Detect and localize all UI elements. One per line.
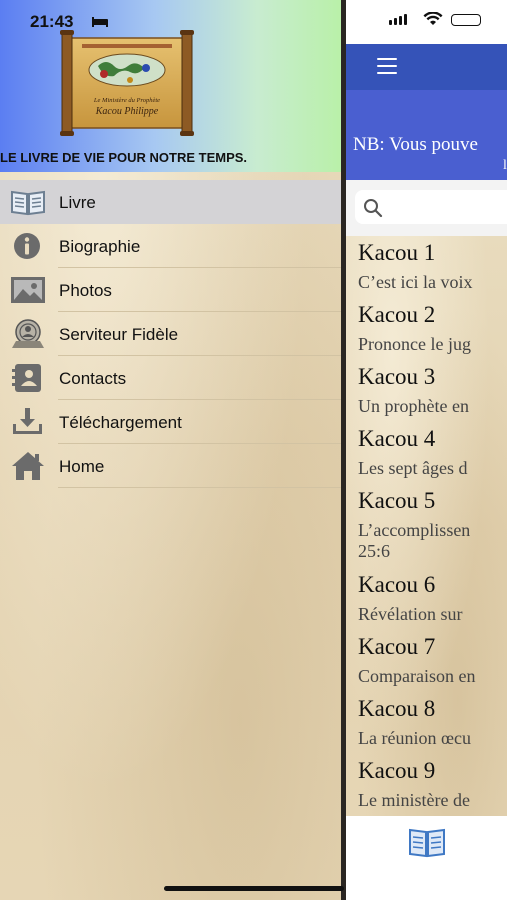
status-time: 21:43 — [30, 12, 74, 31]
sermon-title: Kacou 2 — [358, 302, 436, 327]
sermon-item[interactable]: Kacou 7 Comparaison en — [358, 634, 507, 687]
logo-text-line1: Le Ministère du Prophète — [93, 97, 160, 104]
notice-text: NB: Vous pouve — [353, 134, 478, 155]
signal-icon — [389, 14, 407, 25]
sermon-subtitle: La réunion œcu — [358, 728, 471, 748]
sermon-title: Kacou 1 — [358, 240, 436, 265]
home-indicator[interactable] — [164, 886, 344, 891]
sermon-item[interactable]: Kacou 3 Un prophète en — [358, 364, 507, 417]
sermon-subtitle: Le ministère de — [358, 790, 470, 810]
sermon-subtitle: Un prophète en — [358, 396, 469, 416]
download-icon — [13, 408, 42, 434]
sermon-item[interactable]: Kacou 4 Les sept âges d — [358, 426, 507, 479]
photo-icon — [11, 277, 45, 303]
logo-text-line2: Kacou Philippe — [95, 106, 159, 117]
sermon-title: Kacou 6 — [358, 572, 436, 597]
menu-item-photos[interactable]: Photos — [0, 268, 343, 312]
home-icon — [12, 452, 44, 480]
menu-item-livre[interactable]: Livre — [0, 180, 343, 224]
menu-item-label: Livre — [59, 193, 96, 212]
drawer-edge-divider — [341, 0, 346, 900]
nav-bar — [343, 44, 507, 90]
sermon-item[interactable]: Kacou 8 La réunion œcu — [358, 696, 507, 749]
sermon-item[interactable]: Kacou 9 Le ministère de — [358, 758, 507, 811]
search-icon — [364, 199, 383, 218]
sermon-subtitle: Les sept âges d — [358, 458, 468, 478]
sermon-item[interactable]: Kacou 2 Prononce le jug — [358, 302, 507, 355]
sermon-title: Kacou 7 — [358, 634, 436, 659]
notice-banner: NB: Vous pouve l — [343, 90, 507, 180]
scroll-logo-icon: Le Ministère du Prophète Kacou Philippe — [60, 30, 194, 136]
drawer-tagline: LE LIVRE DE VIE POUR NOTRE TEMPS. — [0, 150, 248, 165]
seal-icon — [12, 319, 44, 348]
sermon-item[interactable]: Kacou 1 C’est ici la voix — [358, 240, 507, 293]
side-drawer: 21:43 Le Ministère du Prophète Kacou Phi… — [0, 0, 343, 900]
menu-item-label: Photos — [59, 281, 112, 300]
sermon-subtitle: L’accomplissen — [358, 520, 471, 540]
book-tab-icon[interactable] — [407, 826, 447, 860]
menu-item-label: Biographie — [59, 237, 141, 256]
sermon-subtitle: Prononce le jug — [358, 334, 471, 354]
contacts-icon — [12, 364, 41, 392]
sermon-title: Kacou 4 — [358, 426, 436, 451]
info-icon — [14, 233, 40, 259]
search-bar — [343, 180, 507, 236]
menu-item-biographie[interactable]: Biographie — [0, 224, 343, 268]
sermon-item[interactable]: Kacou 5 L’accomplissen 25:6 — [358, 488, 507, 562]
sermon-subtitle-line2: 25:6 — [358, 541, 391, 561]
menu-item-label: Serviteur Fidèle — [59, 325, 179, 344]
search-input[interactable] — [355, 190, 507, 224]
menu-item-serviteur-fidele[interactable]: Serviteur Fidèle — [0, 312, 343, 356]
sermon-title: Kacou 5 — [358, 488, 436, 513]
menu-item-home[interactable]: Home — [0, 444, 343, 488]
sermon-title: Kacou 3 — [358, 364, 436, 389]
menu-item-telechargement[interactable]: Téléchargement — [0, 400, 343, 444]
sermon-item[interactable]: Kacou 6 Révélation sur — [358, 572, 507, 625]
hamburger-menu-icon[interactable] — [377, 58, 397, 74]
drawer-header: 21:43 Le Ministère du Prophète Kacou Phi… — [0, 0, 343, 172]
sermon-subtitle: Comparaison en — [358, 666, 476, 686]
main-panel: NB: Vous pouve l Kacou 1 C’est ici la voi… — [343, 0, 507, 900]
menu-item-label: Contacts — [59, 369, 127, 388]
menu-item-label: Home — [59, 457, 105, 476]
notice-text-line2: l — [503, 158, 507, 173]
battery-icon — [451, 14, 481, 26]
tab-bar — [343, 816, 507, 900]
divider — [58, 487, 343, 488]
wifi-icon — [423, 12, 443, 25]
book-icon — [11, 190, 45, 216]
sermon-title: Kacou 8 — [358, 696, 436, 721]
menu-item-label: Téléchargement — [59, 413, 182, 432]
sleep-focus-icon — [92, 17, 108, 27]
sermon-list: Kacou 1 C’est ici la voix Kacou 2 Prononce… — [343, 236, 507, 816]
sermon-title: Kacou 9 — [358, 758, 436, 783]
status-bar — [343, 0, 507, 44]
sermon-subtitle: Révélation sur — [358, 604, 463, 624]
sermon-subtitle: C’est ici la voix — [358, 272, 473, 292]
menu-item-contacts[interactable]: Contacts — [0, 356, 343, 400]
